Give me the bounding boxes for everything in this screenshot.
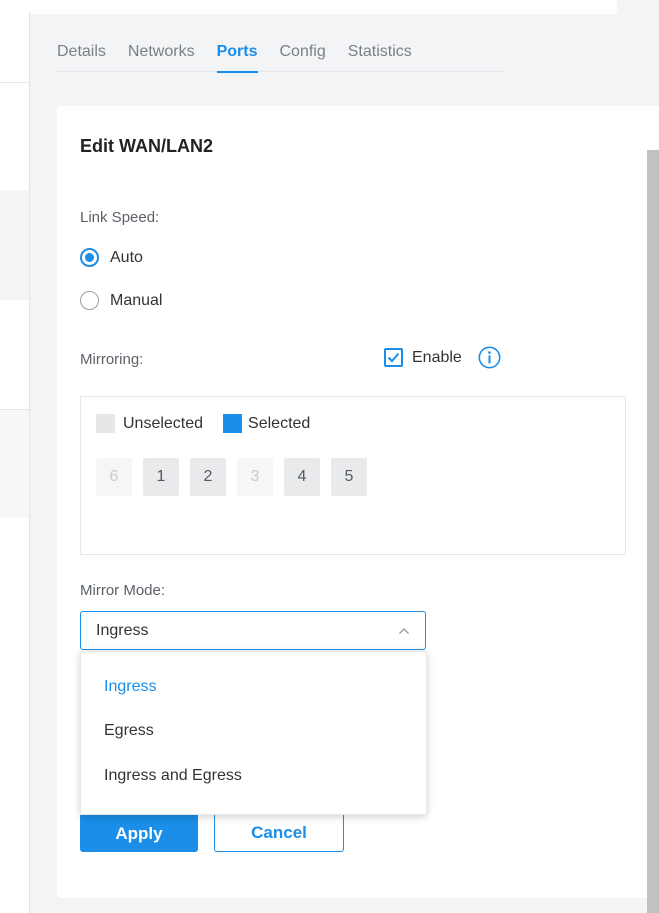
apply-button[interactable]: Apply	[80, 815, 198, 852]
link-speed-manual-option[interactable]: Manual	[80, 291, 162, 310]
info-icon[interactable]	[478, 346, 501, 369]
option-ingress[interactable]: Ingress	[104, 678, 156, 696]
link-speed-auto-option[interactable]: Auto	[80, 248, 143, 267]
radio-manual-label: Manual	[110, 291, 163, 309]
port-list: 6 1 2 3 4 5	[96, 458, 367, 496]
background-row	[0, 410, 29, 518]
background-page	[0, 0, 29, 913]
tab-statistics[interactable]: Statistics	[348, 36, 412, 72]
mirror-mode-value: Ingress	[96, 621, 149, 639]
legend-selected-label: Selected	[248, 414, 311, 432]
port-1[interactable]: 1	[143, 458, 179, 496]
tab-config[interactable]: Config	[280, 36, 326, 72]
mirroring-enable: Enable	[384, 346, 501, 369]
chevron-up-icon	[399, 628, 409, 634]
option-ingress-and-egress[interactable]: Ingress and Egress	[104, 767, 242, 785]
port-3: 3	[237, 458, 273, 496]
drawer-header-card	[29, 0, 617, 14]
radio-manual[interactable]	[80, 291, 99, 310]
option-egress[interactable]: Egress	[104, 722, 154, 740]
background-row	[0, 190, 29, 300]
port-6: 6	[96, 458, 132, 496]
selected-swatch	[223, 414, 243, 433]
enable-label: Enable	[412, 348, 462, 366]
divider	[0, 82, 29, 83]
legend-unselected-label: Unselected	[123, 414, 204, 432]
port-legend: Unselected Selected	[96, 414, 310, 433]
radio-auto[interactable]	[80, 248, 99, 267]
port-4[interactable]: 4	[284, 458, 320, 496]
port-5[interactable]: 5	[331, 458, 367, 496]
mirroring-label: Mirroring:	[80, 351, 144, 368]
tab-networks[interactable]: Networks	[128, 36, 195, 72]
radio-auto-label: Auto	[110, 248, 143, 266]
mirror-mode-dropdown: Ingress Egress Ingress and Egress	[80, 651, 427, 815]
port-2[interactable]: 2	[190, 458, 226, 496]
panel-title: Edit WAN/LAN2	[80, 136, 213, 156]
tab-details[interactable]: Details	[57, 36, 106, 72]
unselected-swatch	[96, 414, 115, 433]
scrollbar[interactable]	[647, 150, 659, 913]
link-speed-label: Link Speed:	[80, 209, 160, 226]
enable-checkbox[interactable]	[384, 348, 403, 367]
mirror-mode-select[interactable]: Ingress	[80, 611, 426, 650]
tab-ports[interactable]: Ports	[216, 36, 258, 73]
mirror-mode-label: Mirror Mode:	[80, 582, 166, 599]
cancel-button[interactable]: Cancel	[214, 815, 344, 852]
drawer-tabs: Details Networks Ports Config Statistics	[57, 36, 503, 73]
checkmark-icon	[387, 352, 400, 363]
